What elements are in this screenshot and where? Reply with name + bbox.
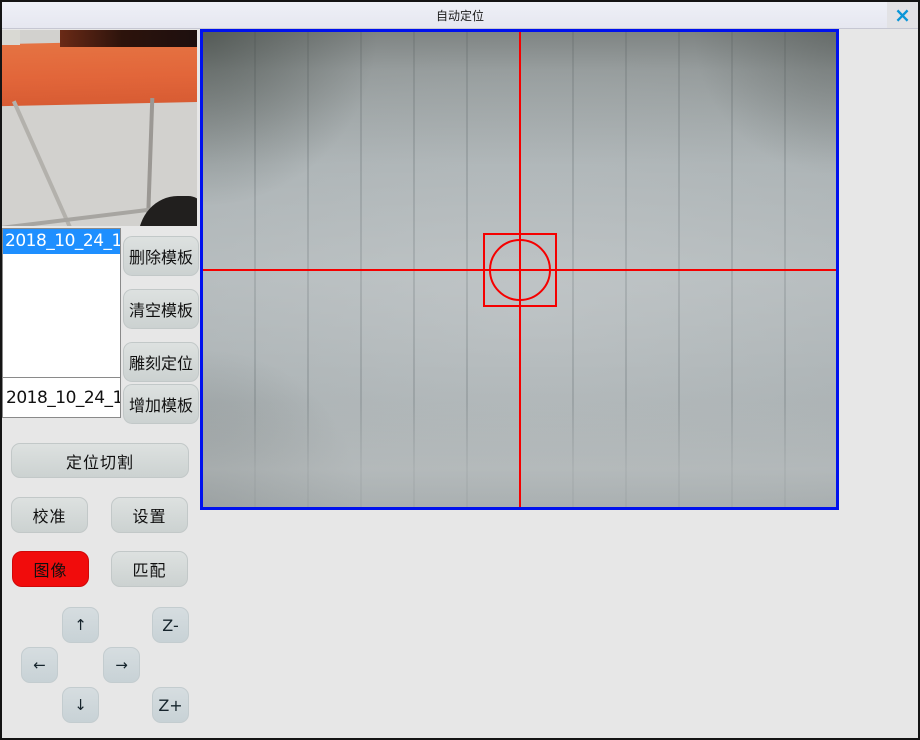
jog-right-button[interactable]: → [103, 647, 140, 683]
window-title: 自动定位 [436, 7, 484, 24]
clear-templates-button[interactable]: 清空模板 [123, 289, 199, 329]
thumbnail-tile-line [12, 100, 72, 226]
template-name-input[interactable] [2, 377, 121, 418]
camera-thumbnail [2, 30, 197, 226]
z-minus-button[interactable]: Z- [152, 607, 189, 643]
match-button[interactable]: 匹配 [111, 551, 188, 587]
target-circle [489, 239, 551, 301]
settings-button[interactable]: 设置 [111, 497, 188, 533]
auto-position-window: 自动定位 × 2018_10_24_11 删除模板 清空模板 雕刻定位 增加模板… [0, 0, 920, 740]
title-bar: 自动定位 × [2, 2, 918, 29]
calibrate-button[interactable]: 校准 [11, 497, 88, 533]
thumbnail-dark-strip [60, 30, 197, 47]
add-template-button[interactable]: 增加模板 [123, 384, 199, 424]
jog-up-button[interactable]: ↑ [62, 607, 99, 643]
delete-template-button[interactable]: 删除模板 [123, 236, 199, 276]
position-cut-button[interactable]: 定位切割 [11, 443, 189, 478]
jog-left-button[interactable]: ← [21, 647, 58, 683]
thumbnail-orange-beam [2, 40, 197, 106]
image-button[interactable]: 图像 [12, 551, 89, 587]
jog-down-button[interactable]: ↓ [62, 687, 99, 723]
camera-view[interactable] [200, 29, 839, 510]
template-list[interactable]: 2018_10_24_11 [2, 228, 121, 378]
engrave-position-button[interactable]: 雕刻定位 [123, 342, 199, 382]
close-icon[interactable]: × [887, 2, 918, 28]
template-list-item[interactable]: 2018_10_24_11 [3, 229, 120, 254]
z-plus-button[interactable]: Z+ [152, 687, 189, 723]
thumbnail-gray-patch [2, 30, 20, 45]
